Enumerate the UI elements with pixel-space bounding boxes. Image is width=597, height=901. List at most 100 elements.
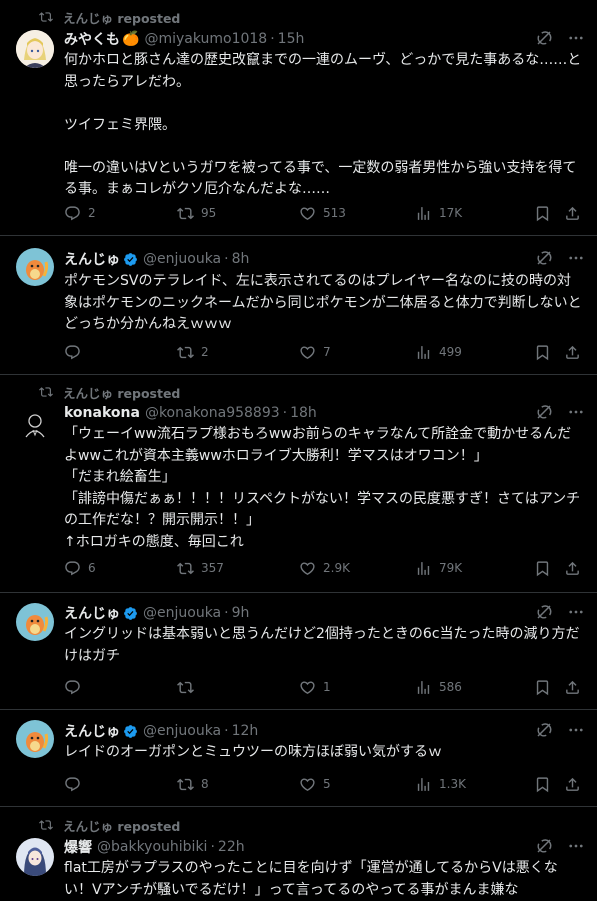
like-count: 2.9K (323, 561, 350, 575)
bookmark-icon (534, 205, 551, 222)
timestamp[interactable]: 22h (218, 839, 245, 855)
tweet-5[interactable]: えんじゅ reposted 爆響 @bakkyouhibiki · 22h fl… (0, 807, 597, 899)
like-button[interactable]: 5 (299, 774, 331, 794)
name-emoji: 🍊 (122, 31, 140, 47)
retweet-count: 2 (201, 345, 209, 359)
retweet-button[interactable]: 2 (177, 342, 209, 362)
reply-button[interactable]: 2 (64, 203, 96, 223)
avatar[interactable] (16, 603, 54, 641)
display-name[interactable]: 爆響 (64, 837, 92, 857)
like-icon (299, 776, 316, 793)
grok-icon[interactable] (535, 29, 553, 47)
avatar[interactable] (16, 720, 54, 758)
user-handle[interactable]: @enjuouka (143, 605, 221, 621)
action-bar: 8 5 1.3K (64, 774, 583, 794)
display-name[interactable]: えんじゅ (64, 721, 120, 741)
retweet-count: 357 (201, 561, 224, 575)
like-button[interactable]: 1 (299, 677, 331, 697)
retweet-button[interactable]: 357 (177, 558, 224, 578)
share-button[interactable] (564, 774, 581, 794)
share-button[interactable] (564, 558, 581, 578)
timestamp[interactable]: 12h (232, 723, 259, 739)
tweet-text: 「ウェーイww流石ラプ様おもろwwお前らのキャラなんて所詮金で動かせるんだよww… (64, 426, 581, 550)
action-bar: 2 95 513 17K (64, 203, 583, 223)
repost-indicator: えんじゅ reposted (39, 9, 180, 26)
reply-button[interactable] (64, 774, 88, 794)
views-button[interactable]: 79K (415, 558, 462, 578)
display-name[interactable]: みやくも (64, 29, 120, 49)
separator-dot: · (282, 405, 288, 421)
retweet-icon (177, 205, 194, 222)
bookmark-button[interactable] (534, 677, 551, 697)
bookmark-button[interactable] (534, 558, 551, 578)
repost-icon (39, 385, 53, 399)
more-icon[interactable] (567, 603, 585, 621)
share-button[interactable] (564, 203, 581, 223)
like-button[interactable]: 513 (299, 203, 346, 223)
retweet-button[interactable]: 95 (177, 203, 216, 223)
like-count: 513 (323, 206, 346, 220)
bookmark-button[interactable] (534, 342, 551, 362)
views-button[interactable]: 499 (415, 342, 462, 362)
bookmark-button[interactable] (534, 774, 551, 794)
avatar[interactable] (16, 30, 54, 68)
timestamp[interactable]: 8h (232, 251, 250, 267)
share-icon (564, 560, 581, 577)
display-name[interactable]: えんじゅ (64, 249, 120, 269)
retweet-button[interactable] (177, 677, 201, 697)
avatar[interactable] (16, 405, 54, 443)
views-button[interactable]: 17K (415, 203, 462, 223)
user-handle[interactable]: @bakkyouhibiki (97, 839, 207, 855)
retweet-button[interactable]: 8 (177, 774, 209, 794)
views-icon (415, 776, 432, 793)
timestamp[interactable]: 18h (290, 405, 317, 421)
display-name[interactable]: えんじゅ (64, 603, 120, 623)
timestamp[interactable]: 9h (232, 605, 250, 621)
reply-button[interactable]: 6 (64, 558, 96, 578)
grok-icon[interactable] (535, 249, 553, 267)
reply-button[interactable] (64, 677, 88, 697)
separator-dot: · (224, 605, 229, 621)
share-button[interactable] (564, 677, 581, 697)
grok-icon[interactable] (535, 721, 553, 739)
tweet-1[interactable]: えんじゅ @enjuouka · 8h ポケモンSVのテラレイド、左に表示されて… (0, 236, 597, 375)
like-button[interactable]: 2.9K (299, 558, 350, 578)
views-button[interactable]: 586 (415, 677, 462, 697)
tweet-text: flat工房がラプラスのやったことに目を向けず「運営が通してるからVは悪くない！… (64, 860, 558, 898)
views-button[interactable]: 1.3K (415, 774, 466, 794)
user-handle[interactable]: @miyakumo1018 (144, 31, 267, 47)
share-icon (564, 205, 581, 222)
avatar[interactable] (16, 838, 54, 876)
bookmark-button[interactable] (534, 203, 551, 223)
retweet-count: 8 (201, 777, 209, 791)
grok-icon[interactable] (535, 403, 553, 421)
retweet-icon (177, 679, 194, 696)
display-name[interactable]: konakona (64, 405, 140, 421)
user-handle[interactable]: @enjuouka (143, 723, 221, 739)
more-icon[interactable] (567, 403, 585, 421)
tweet-4[interactable]: えんじゅ @enjuouka · 12h レイドのオーガポンとミュウツーの味方ほ… (0, 710, 597, 807)
retweet-icon (177, 344, 194, 361)
repost-label: えんじゅ reposted (63, 818, 181, 834)
more-icon[interactable] (567, 29, 585, 47)
reply-button[interactable] (64, 342, 88, 362)
grok-icon[interactable] (535, 603, 553, 621)
more-icon[interactable] (567, 837, 585, 855)
like-count: 7 (323, 345, 331, 359)
bookmark-icon (534, 560, 551, 577)
tweet-0[interactable]: えんじゅ reposted みやくも 🍊 @miyakumo1018 · 15h… (0, 0, 597, 236)
more-icon[interactable] (567, 249, 585, 267)
grok-icon[interactable] (535, 837, 553, 855)
tweet-2[interactable]: えんじゅ reposted konakona @konakona958893 ·… (0, 375, 597, 593)
more-icon[interactable] (567, 721, 585, 739)
like-button[interactable]: 7 (299, 342, 331, 362)
avatar[interactable] (16, 248, 54, 286)
retweet-count: 95 (201, 206, 217, 220)
like-count: 1 (323, 680, 331, 694)
user-handle[interactable]: @konakona958893 (145, 405, 280, 421)
action-bar: 1 586 (64, 677, 583, 697)
timestamp[interactable]: 15h (278, 31, 305, 47)
share-button[interactable] (564, 342, 581, 362)
user-handle[interactable]: @enjuouka (143, 251, 221, 267)
tweet-3[interactable]: えんじゅ @enjuouka · 9h イングリッドは基本弱いと思うんだけど2個… (0, 593, 597, 710)
